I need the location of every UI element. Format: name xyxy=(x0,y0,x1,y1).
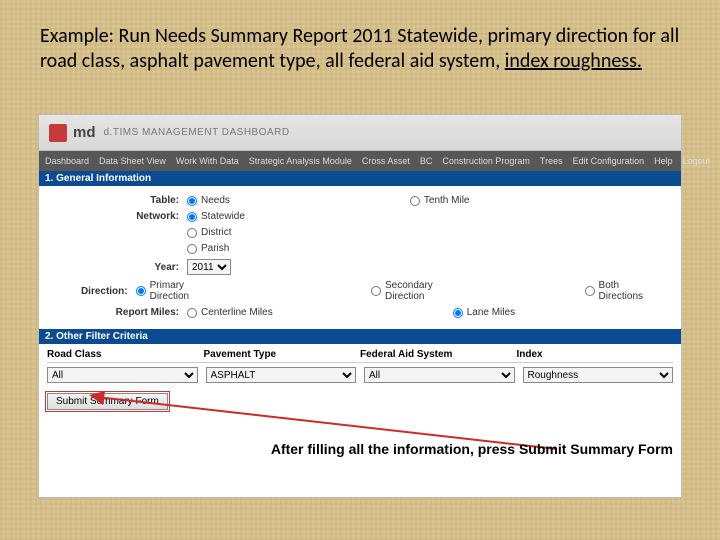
submit-button[interactable]: Submit Summary Form xyxy=(47,393,168,410)
radio-needs[interactable] xyxy=(187,196,197,206)
nav-bar: Dashboard Data Sheet View Work With Data… xyxy=(39,151,681,171)
select-year[interactable]: 2011 xyxy=(187,259,231,275)
opt-centerline[interactable]: Centerline Miles xyxy=(187,307,273,318)
radio-primary[interactable] xyxy=(136,286,146,296)
hdr-roadclass: Road Class xyxy=(47,349,204,360)
opt-both[interactable]: Both Directions xyxy=(585,280,643,302)
logo-text: md xyxy=(73,124,96,141)
nav-crossasset[interactable]: Cross Asset xyxy=(362,156,410,166)
logo-icon xyxy=(49,124,67,142)
nav-help[interactable]: Help xyxy=(654,156,673,166)
nav-construction[interactable]: Construction Program xyxy=(442,156,530,166)
opt-statewide[interactable]: Statewide xyxy=(187,211,245,222)
nav-trees[interactable]: Trees xyxy=(540,156,563,166)
label-table: Table: xyxy=(47,195,187,206)
radio-district[interactable] xyxy=(187,228,197,238)
nav-workdata[interactable]: Work With Data xyxy=(176,156,239,166)
logo-subtitle: d.TIMS MANAGEMENT DASHBOARD xyxy=(104,127,290,138)
app-header: md d.TIMS MANAGEMENT DASHBOARD xyxy=(39,115,681,151)
opt-tenthmile[interactable]: Tenth Mile xyxy=(410,195,470,206)
nav-logout[interactable]: Logout xyxy=(683,156,711,166)
select-index[interactable]: Roughness xyxy=(523,367,674,383)
select-roadclass[interactable]: All xyxy=(47,367,198,383)
radio-parish[interactable] xyxy=(187,244,197,254)
label-year: Year: xyxy=(47,262,187,273)
nav-editconfig[interactable]: Edit Configuration xyxy=(573,156,645,166)
app-window: md d.TIMS MANAGEMENT DASHBOARD Dashboard… xyxy=(38,114,682,498)
filter-row: All ASPHALT All Roughness xyxy=(39,367,681,383)
section-other: 2. Other Filter Criteria xyxy=(39,329,681,344)
opt-district[interactable]: District xyxy=(187,227,232,238)
section-general: 1. General Information xyxy=(39,171,681,186)
filter-headers: Road Class Pavement Type Federal Aid Sys… xyxy=(47,346,673,363)
caption: After filling all the information, press… xyxy=(271,441,673,457)
opt-secondary[interactable]: Secondary Direction xyxy=(371,280,435,302)
select-federal[interactable]: All xyxy=(364,367,515,383)
opt-primary[interactable]: Primary Direction xyxy=(136,280,191,302)
radio-statewide[interactable] xyxy=(187,212,197,222)
page-title: Example: Run Needs Summary Report 2011 S… xyxy=(40,24,680,74)
hdr-federal: Federal Aid System xyxy=(360,349,517,360)
select-pavement[interactable]: ASPHALT xyxy=(206,367,357,383)
hdr-pavement: Pavement Type xyxy=(204,349,361,360)
logo: md xyxy=(49,124,96,142)
radio-both[interactable] xyxy=(585,286,595,296)
title-underlined: index roughness. xyxy=(505,49,642,73)
label-network: Network: xyxy=(47,211,187,222)
opt-parish[interactable]: Parish xyxy=(187,243,229,254)
nav-dashboard[interactable]: Dashboard xyxy=(45,156,89,166)
hdr-index: Index xyxy=(517,349,674,360)
nav-bc[interactable]: BC xyxy=(420,156,433,166)
nav-strategic[interactable]: Strategic Analysis Module xyxy=(249,156,352,166)
label-miles: Report Miles: xyxy=(47,307,187,318)
opt-needs[interactable]: Needs xyxy=(187,195,230,206)
opt-lanemiles[interactable]: Lane Miles xyxy=(453,307,515,318)
radio-lanemiles[interactable] xyxy=(453,308,463,318)
general-form: Table: Needs Tenth Mile Network: Statewi… xyxy=(39,186,681,329)
radio-centerline[interactable] xyxy=(187,308,197,318)
radio-tenthmile[interactable] xyxy=(410,196,420,206)
nav-datasheet[interactable]: Data Sheet View xyxy=(99,156,166,166)
radio-secondary[interactable] xyxy=(371,286,381,296)
label-direction: Direction: xyxy=(47,286,136,297)
